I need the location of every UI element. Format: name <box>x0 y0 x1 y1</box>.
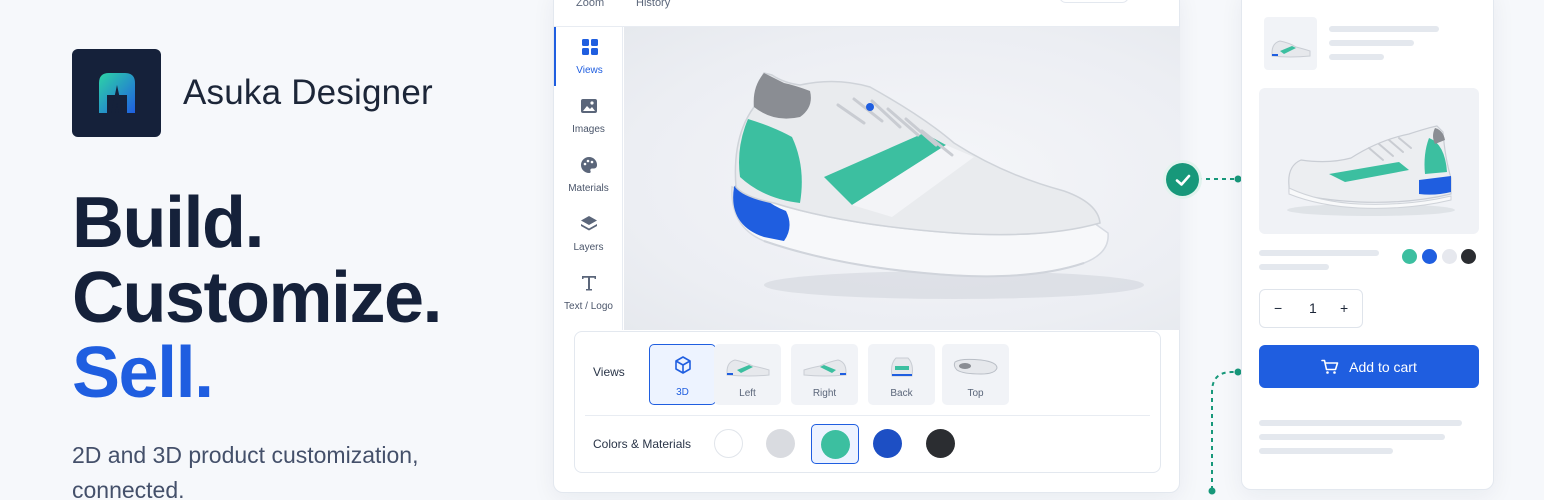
text-placeholder <box>1329 40 1414 46</box>
color-swatch[interactable] <box>811 424 859 464</box>
letter-a-logo-icon <box>72 49 161 137</box>
sneaker-left-thumb-icon <box>726 359 769 377</box>
headline-line-build: Build. <box>72 183 264 263</box>
headline-line-customize: Customize. <box>72 258 443 338</box>
color-swatch-fill <box>873 429 902 458</box>
color-swatch[interactable] <box>705 424 753 464</box>
description-placeholder <box>1259 448 1393 454</box>
color-swatch-fill <box>926 429 955 458</box>
brand-name: Asuka Designer <box>183 73 433 112</box>
rail-item-text-logo[interactable]: Text / Logo <box>554 263 623 322</box>
tab-history[interactable]: History <box>636 0 670 9</box>
product-3d-stage[interactable] <box>624 27 1180 330</box>
view-thumb-left[interactable]: Left <box>714 344 781 405</box>
grid-icon <box>581 39 598 55</box>
rail-item-views[interactable]: Views <box>554 27 623 86</box>
product-mini-thumbnail[interactable] <box>1264 17 1317 70</box>
view-thumb-right[interactable]: Right <box>791 344 858 405</box>
add-to-cart-label: Add to cart <box>1349 358 1417 375</box>
tab-zoom[interactable]: Zoom <box>576 0 604 9</box>
quantity-value: 1 <box>1309 300 1317 316</box>
options-card: Views 3D Left Right Back Top Colors & Ma… <box>574 331 1161 473</box>
description-placeholder <box>1259 420 1462 426</box>
sneaker-right-thumb-icon <box>803 359 846 377</box>
rail-item-materials[interactable]: Materials <box>554 145 623 204</box>
title-placeholder <box>1329 26 1439 32</box>
hero-headline: Build. Customize. Sell. <box>72 183 443 413</box>
view-thumb-top[interactable]: Top <box>942 344 1009 405</box>
view-thumb-back[interactable]: Back <box>868 344 935 405</box>
check-icon <box>1166 163 1199 196</box>
color-dot[interactable] <box>1402 249 1417 264</box>
text-placeholder <box>1329 54 1384 60</box>
product-image[interactable] <box>1259 88 1479 234</box>
color-dot[interactable] <box>1461 249 1476 264</box>
sneaker-product-image <box>1287 125 1455 216</box>
view-label: Left <box>739 388 756 399</box>
text-icon <box>581 276 596 291</box>
view-thumb-3d[interactable]: 3D <box>649 344 716 405</box>
color-swatch[interactable] <box>757 424 805 464</box>
headline-line-sell: Sell. <box>72 333 214 413</box>
text-placeholder <box>1259 264 1329 270</box>
layers-icon <box>580 216 597 231</box>
view-label: Top <box>967 388 984 399</box>
rail-item-images[interactable]: Images <box>554 86 623 145</box>
rail-label: Images <box>572 124 605 135</box>
options-divider <box>585 415 1150 416</box>
view-label: Back <box>890 388 913 399</box>
color-swatch[interactable] <box>864 424 912 464</box>
sneaker-mini-icon <box>1271 40 1311 58</box>
description-placeholder <box>1259 434 1445 440</box>
palette-icon <box>580 156 597 173</box>
designer-panel: Zoom History Views Images Materials Laye… <box>553 0 1180 493</box>
colors-row-label: Colors & Materials <box>593 437 692 451</box>
rail-label: Views <box>576 65 603 76</box>
color-swatch-fill <box>766 429 795 458</box>
add-to-cart-button[interactable]: Add to cart <box>1259 345 1479 388</box>
cart-icon <box>1321 359 1339 374</box>
rail-item-layers[interactable]: Layers <box>554 204 623 263</box>
flow-connector <box>1198 175 1242 495</box>
color-swatch[interactable] <box>917 424 965 464</box>
quantity-plus-button[interactable]: + <box>1340 300 1348 316</box>
color-dot[interactable] <box>1442 249 1457 264</box>
color-swatch-fill <box>714 429 743 458</box>
cube-icon <box>674 356 691 374</box>
color-dot[interactable] <box>1422 249 1437 264</box>
image-icon <box>580 99 597 113</box>
sneaker-back-thumb-icon <box>890 357 913 377</box>
quantity-minus-button[interactable]: − <box>1274 300 1282 316</box>
quantity-stepper[interactable]: − 1 + <box>1259 289 1363 328</box>
rail-label: Materials <box>568 183 609 194</box>
rail-label: Text / Logo <box>564 301 613 312</box>
designer-side-rail: Views Images Materials Layers Text / Log… <box>554 27 623 330</box>
toolbar-pill[interactable] <box>1059 0 1129 3</box>
sneaker-top-thumb-icon <box>953 358 998 375</box>
brand: Asuka Designer <box>72 49 433 137</box>
hero-subtitle: 2D and 3D product customization, connect… <box>72 442 419 500</box>
view-label: Right <box>812 388 837 399</box>
storefront-panel: − 1 + Add to cart <box>1241 0 1494 490</box>
view-label: 3D <box>676 387 689 398</box>
views-row-label: Views <box>593 365 625 379</box>
price-placeholder <box>1259 250 1379 256</box>
rail-label: Layers <box>573 242 604 253</box>
designer-top-tabs: Zoom History <box>554 0 1179 27</box>
color-swatch-fill <box>821 430 850 459</box>
sneaker-3d-model <box>731 72 1144 299</box>
